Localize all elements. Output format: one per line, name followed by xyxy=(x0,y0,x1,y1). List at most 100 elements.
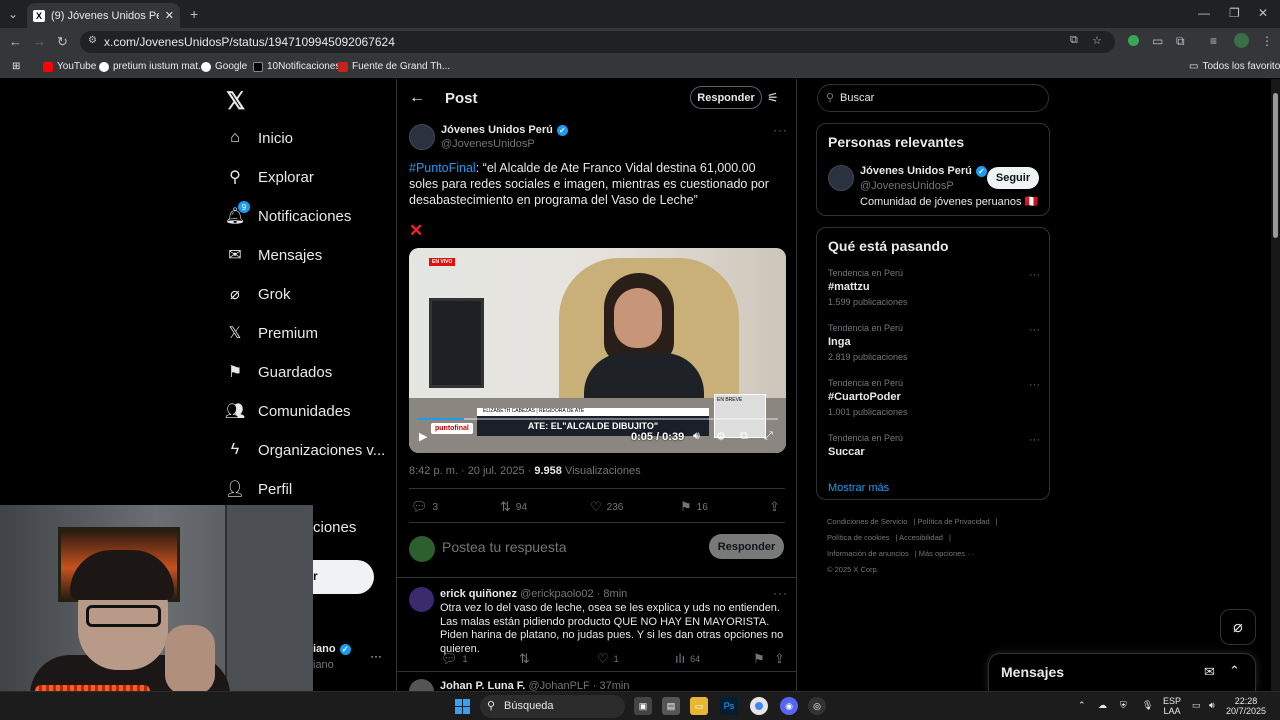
all-bookmarks[interactable]: ▭ Todos los favoritos xyxy=(1189,61,1280,72)
relevant-name[interactable]: Jóvenes Unidos Perú ✓ xyxy=(860,165,987,177)
profile-avatar[interactable] xyxy=(1234,33,1249,48)
back-icon[interactable]: ← xyxy=(9,34,22,49)
repost-action[interactable]: ⇅ 94 xyxy=(500,499,527,515)
like-action[interactable]: ♡ 236 xyxy=(590,499,623,515)
nav-premium[interactable]: 𝕏 Premium xyxy=(226,324,318,343)
account-more-icon[interactable]: ··· xyxy=(370,649,382,663)
chrome-icon[interactable] xyxy=(750,697,768,715)
comment-avatar[interactable] xyxy=(409,587,434,612)
fullscreen-icon[interactable]: ⤢ xyxy=(764,430,773,443)
security-icon[interactable]: ⛨ xyxy=(1120,700,1127,710)
new-message-icon[interactable]: ✉ xyxy=(1204,664,1215,680)
bookmark-star-icon[interactable]: ☆ xyxy=(1092,34,1102,47)
back-arrow-icon[interactable]: ← xyxy=(409,89,425,107)
app-icon[interactable]: ▤ xyxy=(662,697,680,715)
footer-more-options[interactable]: Más opciones ··· xyxy=(919,549,975,558)
volume-icon[interactable]: 🔊︎ xyxy=(1209,700,1215,710)
photoshop-icon[interactable]: Ps xyxy=(720,697,738,715)
account-name-partial[interactable]: iano ✓ xyxy=(313,643,351,655)
file-explorer-icon[interactable]: ▭ xyxy=(690,697,708,715)
picture-in-picture-icon[interactable]: ⧉ xyxy=(740,430,748,443)
cast-icon[interactable]: ⧉ xyxy=(1070,34,1078,47)
follow-button[interactable]: Seguir xyxy=(987,167,1039,189)
reading-list-icon[interactable]: ≡ xyxy=(1210,34,1217,48)
footer-link[interactable]: Condiciones de Servicio xyxy=(827,517,907,526)
author-name[interactable]: Jóvenes Unidos Perú ✓ xyxy=(441,124,568,136)
task-view-icon[interactable]: ▣ xyxy=(634,697,652,715)
search-input[interactable]: ⚲ Buscar xyxy=(817,84,1049,112)
relevant-handle[interactable]: @JovenesUnidosP xyxy=(860,180,954,192)
show-more-link[interactable]: Mostrar más xyxy=(828,482,889,494)
video-progress-bar[interactable] xyxy=(417,418,778,420)
comment-like-action[interactable]: ♡ 1 xyxy=(597,651,619,667)
comment-reply-action[interactable]: 💬︎ 1 xyxy=(441,651,468,667)
clock[interactable]: 22:28 20/7/2025 xyxy=(1226,696,1266,716)
comment-views-action[interactable]: ılı 64 xyxy=(675,651,700,666)
trend-more-icon[interactable]: ··· xyxy=(1029,324,1040,336)
extension-green-icon[interactable] xyxy=(1128,35,1139,46)
windows-start-icon[interactable] xyxy=(455,699,470,714)
bookmark-action[interactable]: ⚑ 16 xyxy=(680,499,708,515)
onedrive-icon[interactable]: ☁ xyxy=(1098,700,1107,710)
nav-grok[interactable]: ⌀ Grok xyxy=(226,285,290,304)
menu-kebab-icon[interactable]: ⋮ xyxy=(1261,34,1273,48)
forward-icon[interactable]: → xyxy=(33,34,46,49)
nav-explorar[interactable]: ⚲ Explorar xyxy=(226,168,314,187)
comment-avatar[interactable] xyxy=(409,679,434,691)
browser-tab[interactable]: X (9) Jóvenes Unidos Perú en X: "#... ✕ xyxy=(27,3,180,28)
settings-gear-icon[interactable]: ⚙ xyxy=(716,430,726,443)
nav-inicio[interactable]: ⌂ Inicio xyxy=(226,129,293,147)
site-info-icon[interactable]: ⚙ xyxy=(88,35,97,46)
expand-drawer-icon[interactable]: ⌃ xyxy=(1229,663,1240,679)
footer-link[interactable]: Política de Privacidad xyxy=(918,517,990,526)
bookmark-grand-theft[interactable]: Fuente de Grand Th... xyxy=(338,61,450,72)
messages-drawer[interactable]: Mensajes ✉ ⌃ xyxy=(988,653,1256,691)
nav-guardados[interactable]: ⚑ Guardados xyxy=(226,363,332,382)
trend-more-icon[interactable]: ··· xyxy=(1029,269,1040,281)
filter-icon[interactable]: ⚟ xyxy=(767,90,779,106)
obs-icon[interactable]: ◎ xyxy=(808,697,826,715)
video-player[interactable]: EN VIVO ELIZABETH CABEZAS | REGIDORA DE … xyxy=(409,248,786,453)
maximize-icon[interactable]: ❐ xyxy=(1229,6,1240,20)
comment-repost-action[interactable]: ⇅ xyxy=(519,651,530,667)
bookmark-youtube[interactable]: YouTube xyxy=(43,61,96,72)
comment-more-icon[interactable]: ··· xyxy=(773,586,788,600)
post-button-partial[interactable]: r xyxy=(313,560,374,594)
trend-item[interactable]: Tendencia en Perú #mattzu 1.599 publicac… xyxy=(828,268,1040,307)
x-logo-icon[interactable]: 𝕏 xyxy=(226,87,245,116)
reply-submit-button[interactable]: Responder xyxy=(709,534,784,559)
taskbar-search[interactable]: ⚲ Búsqueda xyxy=(480,695,625,718)
hashtag-link[interactable]: #PuntoFinal xyxy=(409,161,476,175)
grok-fab-icon[interactable]: ⌀ xyxy=(1220,609,1256,645)
apps-grid-icon[interactable]: ⊞ xyxy=(12,61,20,72)
trend-item[interactable]: Tendencia en Perú #CuartoPoder 1.001 pub… xyxy=(828,378,1040,417)
network-icon[interactable]: ▭ xyxy=(1192,700,1201,710)
header-reply-button[interactable]: Responder xyxy=(690,86,762,109)
author-avatar[interactable] xyxy=(409,124,435,150)
extensions-puzzle-icon[interactable]: ⧉ xyxy=(1176,34,1185,49)
nav-perfil[interactable]: 👤︎ Perfil xyxy=(225,480,292,499)
reply-input[interactable]: Postea tu respuesta xyxy=(442,539,567,555)
comment-share-action[interactable]: ⇪ xyxy=(774,651,785,667)
share-action[interactable]: ⇪ xyxy=(769,499,780,515)
address-bar[interactable]: ⚙ x.com/JovenesUnidosP/status/1947109945… xyxy=(80,31,1115,53)
nav-comunidades[interactable]: 👥︎ Comunidades xyxy=(225,402,351,421)
tab-search-icon[interactable]: ⌄ xyxy=(8,7,18,21)
comment-bookmark-action[interactable]: ⚑ xyxy=(753,651,765,667)
show-hidden-icons[interactable]: ⌃ xyxy=(1078,700,1086,710)
author-handle[interactable]: @JovenesUnidosP xyxy=(441,138,535,150)
scrollbar-thumb[interactable] xyxy=(1273,93,1278,238)
footer-link[interactable]: Política de cookies xyxy=(827,533,890,542)
minimize-icon[interactable]: — xyxy=(1198,6,1210,20)
volume-icon[interactable]: 🔊︎ xyxy=(693,430,700,443)
microphone-icon[interactable]: 🎙︎ xyxy=(1142,700,1153,710)
extension-icon[interactable]: ▭ xyxy=(1152,34,1163,48)
reply-action[interactable]: 💬︎ 3 xyxy=(411,499,438,515)
nav-mensajes[interactable]: ✉ Mensajes xyxy=(226,246,322,265)
new-tab-icon[interactable]: + xyxy=(190,6,198,22)
trend-more-icon[interactable]: ··· xyxy=(1029,434,1040,446)
reload-icon[interactable]: ↻ xyxy=(57,34,68,50)
tweet-more-icon[interactable]: ··· xyxy=(773,123,788,137)
bookmark-pretium[interactable]: pretium iustum mat... xyxy=(99,61,206,72)
footer-link[interactable]: Accesibilidad xyxy=(899,533,943,542)
